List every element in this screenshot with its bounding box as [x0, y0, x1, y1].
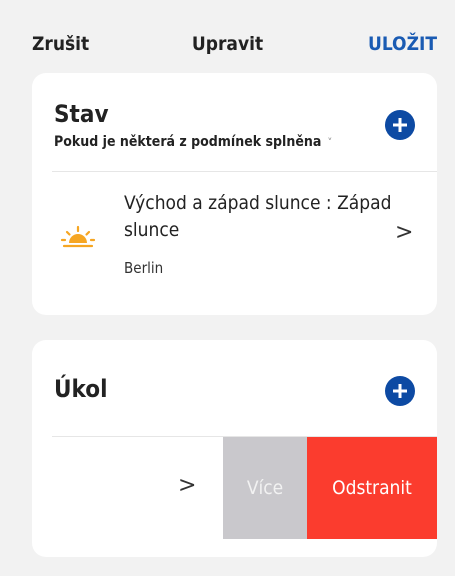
divider [52, 171, 437, 172]
task-row[interactable]: > Více Odstranit [32, 437, 437, 539]
task-section-title: Úkol [54, 375, 108, 403]
chevron-right-icon: > [178, 473, 197, 498]
save-button[interactable]: ULOŽIT [368, 33, 437, 55]
condition-location: Berlin [124, 259, 164, 277]
top-bar: Zrušit Upravit ULOŽIT [0, 0, 455, 70]
chevron-down-icon: ˅ [327, 136, 333, 149]
task-card: Úkol > Více Odstranit [32, 340, 437, 557]
add-task-button[interactable] [385, 376, 415, 406]
condition-label: Východ a západ slunce : Západ slunce [124, 192, 392, 241]
chevron-right-icon: > [395, 220, 414, 245]
condition-section-title: Stav [54, 100, 109, 128]
delete-button[interactable]: Odstranit [307, 437, 437, 539]
condition-mode-label: Pokud je některá z podmínek splněna [54, 134, 322, 150]
sunset-icon [60, 225, 96, 248]
condition-card: Stav Pokud je některá z podmínek splněna… [32, 73, 437, 315]
more-button[interactable]: Více [223, 437, 307, 539]
add-condition-button[interactable] [385, 110, 415, 140]
condition-mode-dropdown[interactable]: Pokud je některá z podmínek splněna ˅ [54, 134, 332, 150]
